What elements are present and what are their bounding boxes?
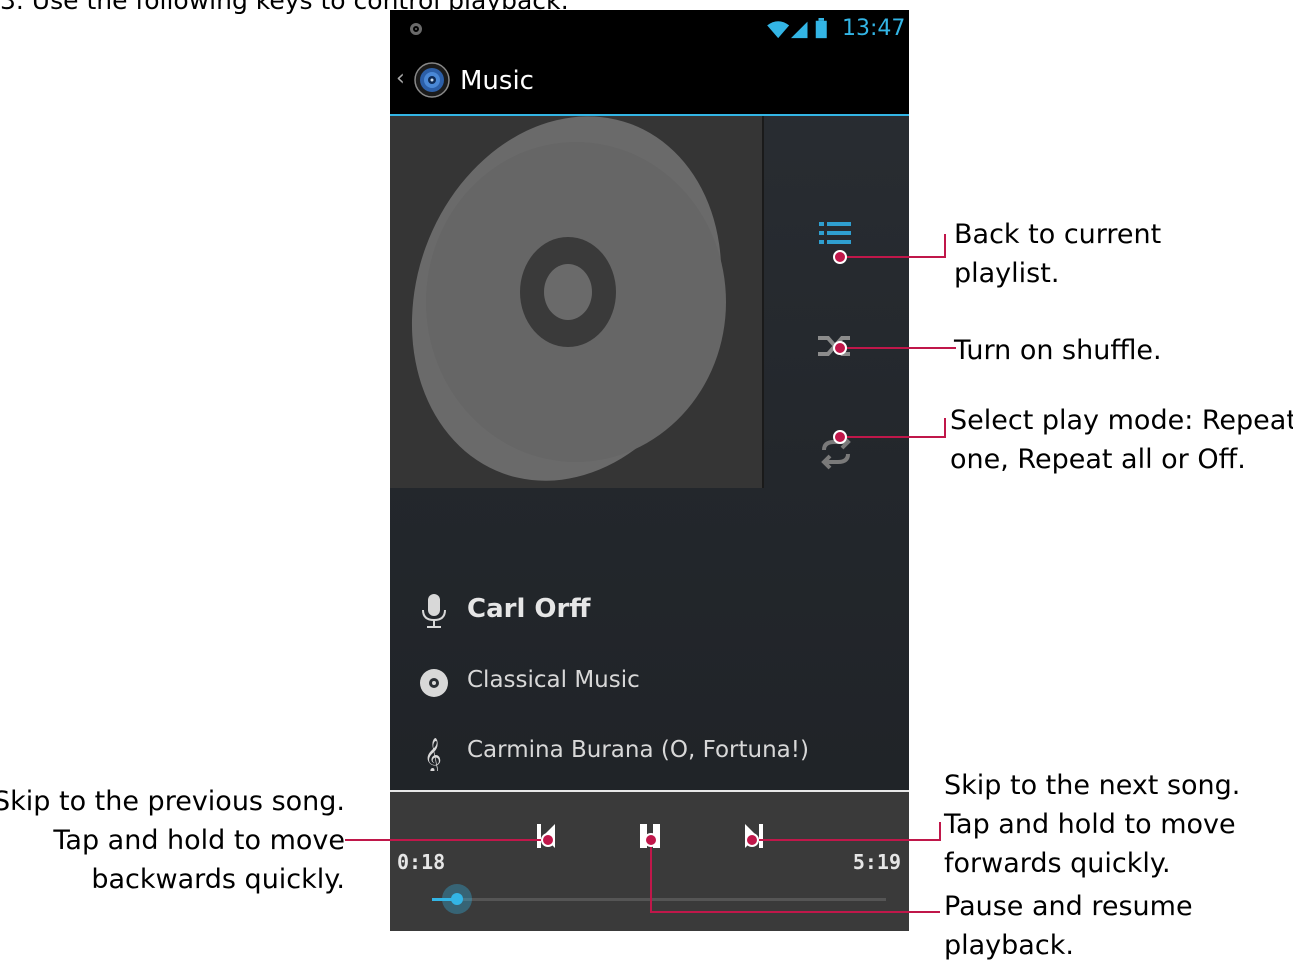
callout-pause-line1: Pause and resume <box>944 891 1193 922</box>
phone-screen: 13:47 ‹ Music Carl Orff Classical Music … <box>390 10 909 931</box>
callout-previous-line3: backwards quickly. <box>91 864 345 895</box>
callout-previous: Skip to the previous song. Tap and hold … <box>0 782 345 899</box>
seek-thumb[interactable] <box>442 884 473 914</box>
artist-name: Carl Orff <box>467 594 591 624</box>
previous-icon[interactable] <box>535 822 559 850</box>
svg-text:𝄞: 𝄞 <box>424 738 442 771</box>
artist-row: Carl Orff <box>390 580 909 640</box>
callout-next-line3: forwards quickly. <box>944 848 1171 879</box>
cd-placeholder-icon <box>411 116 726 481</box>
callout-previous-line2: Tap and hold to move <box>53 825 345 856</box>
callout-playlist-line2: playlist. <box>954 258 1060 289</box>
total-duration: 5:19 <box>852 850 901 874</box>
repeat-icon[interactable] <box>816 430 856 472</box>
notification-icon <box>410 23 422 35</box>
callout-repeat: Select play mode: Repeat one, Repeat all… <box>950 401 1293 479</box>
music-app-icon[interactable] <box>414 62 450 98</box>
callout-shuffle-line1: Turn on shuffle. <box>954 335 1162 366</box>
callout-playlist-line1: Back to current <box>954 219 1162 250</box>
callout-previous-line1: Skip to the previous song. <box>0 786 345 817</box>
callout-pause-line2: playback. <box>944 930 1074 961</box>
playback-controls: 0:18 5:19 <box>390 790 909 931</box>
treble-clef-icon: 𝄞 <box>424 738 442 771</box>
battery-icon <box>815 20 827 39</box>
microphone-icon <box>422 594 446 628</box>
status-bar: 13:47 <box>390 10 909 48</box>
album-row: Classical Music <box>390 653 909 713</box>
app-title: Music <box>460 66 534 96</box>
signal-battery-icons <box>767 18 827 39</box>
pause-icon[interactable] <box>638 822 662 850</box>
callout-repeat-line2: one, Repeat all or Off. <box>950 444 1246 475</box>
album-disc-icon <box>420 669 448 697</box>
album-art <box>390 116 764 488</box>
wifi-icon <box>767 21 790 39</box>
callout-next: Skip to the next song. Tap and hold to m… <box>944 766 1240 883</box>
elapsed-time: 0:18 <box>397 850 446 874</box>
back-chevron-icon[interactable]: ‹ <box>396 66 405 91</box>
playlist-icon[interactable] <box>815 220 855 256</box>
song-row: 𝄞 Carmina Burana (O, Fortuna!) <box>390 723 909 783</box>
callout-pause: Pause and resume playback. <box>944 887 1193 965</box>
cell-signal-icon <box>791 21 808 39</box>
callout-repeat-line1: Select play mode: Repeat <box>950 405 1293 436</box>
shuffle-icon[interactable] <box>816 332 856 362</box>
seek-bar[interactable] <box>432 898 886 901</box>
callout-shuffle: Turn on shuffle. <box>954 331 1162 370</box>
status-time: 13:47 <box>842 16 906 41</box>
song-title: Carmina Burana (O, Fortuna!) <box>467 737 809 763</box>
callout-next-line1: Skip to the next song. <box>944 770 1241 801</box>
callout-playlist: Back to current playlist. <box>954 215 1161 293</box>
callout-next-line2: Tap and hold to move <box>944 809 1236 840</box>
action-bar: ‹ Music <box>390 48 909 116</box>
next-icon[interactable] <box>741 822 765 850</box>
album-name: Classical Music <box>467 667 640 693</box>
